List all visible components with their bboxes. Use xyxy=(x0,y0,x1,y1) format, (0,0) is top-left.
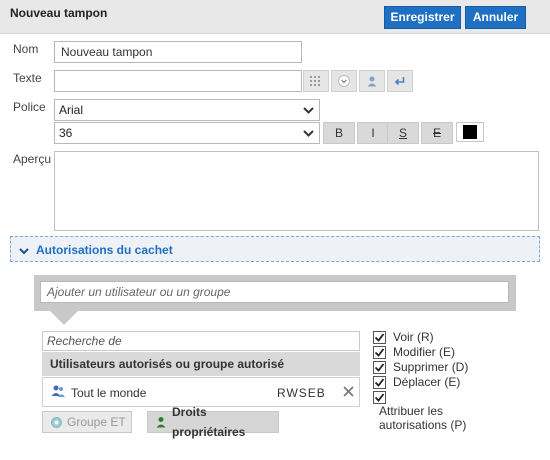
row-permissions: RWSEB xyxy=(277,386,326,400)
group-et-label: Groupe ET xyxy=(67,415,126,429)
font-label: Police xyxy=(13,100,46,114)
add-user-input[interactable]: Ajouter un utilisateur ou un groupe xyxy=(40,281,509,303)
text-input[interactable] xyxy=(54,70,302,92)
delete-checkbox-label: Supprimer (D) xyxy=(393,360,469,374)
move-checkbox[interactable] xyxy=(373,376,386,389)
color-swatch xyxy=(463,125,477,139)
delete-checkbox[interactable] xyxy=(373,361,386,374)
font-size-value: 36 xyxy=(59,126,73,140)
underline-button[interactable]: S xyxy=(387,122,419,144)
view-checkbox[interactable] xyxy=(373,331,386,344)
grid-icon[interactable] xyxy=(303,70,329,92)
group-et-icon xyxy=(51,416,62,428)
popup-pointer xyxy=(50,311,78,325)
assign-checkbox-label-line2: autorisations (P) xyxy=(379,418,467,432)
search-input[interactable]: Recherche de xyxy=(42,331,360,351)
chevron-down-icon xyxy=(297,100,319,120)
name-input[interactable]: Nouveau tampon xyxy=(54,41,302,63)
preview-area xyxy=(54,151,539,231)
color-picker[interactable] xyxy=(456,122,484,142)
close-icon[interactable] xyxy=(343,386,354,400)
cancel-button[interactable]: Annuler xyxy=(465,6,526,29)
assign-checkbox-label-line1: Attribuer les xyxy=(379,404,444,418)
chevron-down-icon xyxy=(297,123,319,143)
row-name: Tout le monde xyxy=(71,386,147,400)
owner-rights-button[interactable]: Droits propriétaires xyxy=(147,405,279,439)
bold-button[interactable]: B xyxy=(323,122,355,144)
owner-rights-label: Droits propriétaires xyxy=(172,405,246,439)
permissions-section-header[interactable]: Autorisations du cachet xyxy=(10,236,540,262)
font-select[interactable]: Arial xyxy=(54,99,320,121)
italic-button[interactable]: I xyxy=(357,122,389,144)
permissions-section-title: Autorisations du cachet xyxy=(36,243,173,257)
dialog-title: Nouveau tampon xyxy=(10,6,108,20)
text-label: Texte xyxy=(13,71,42,85)
user-icon[interactable] xyxy=(359,70,385,92)
move-checkbox-label: Déplacer (E) xyxy=(393,375,461,389)
group-et-button[interactable]: Groupe ET xyxy=(42,411,132,433)
add-user-panel: Ajouter un utilisateur ou un groupe xyxy=(34,275,516,311)
assign-checkbox[interactable] xyxy=(373,391,386,404)
modify-checkbox[interactable] xyxy=(373,346,386,359)
group-icon xyxy=(51,384,65,401)
save-button[interactable]: Enregistrer xyxy=(384,6,461,29)
view-checkbox-label: Voir (R) xyxy=(393,330,434,344)
font-value: Arial xyxy=(59,103,84,117)
dropdown-circle-icon[interactable] xyxy=(331,70,357,92)
preview-label: Aperçu xyxy=(13,152,52,166)
chevron-down-icon xyxy=(19,244,29,258)
dialog-header: Nouveau tampon Enregistrer Annuler xyxy=(0,0,550,34)
strikethrough-button[interactable]: E xyxy=(421,122,453,144)
name-label: Nom xyxy=(13,42,39,56)
users-column-header: Utilisateurs autorisés ou groupe autoris… xyxy=(42,352,360,376)
owner-icon xyxy=(155,416,167,428)
modify-checkbox-label: Modifier (E) xyxy=(393,345,456,359)
font-size-select[interactable]: 36 xyxy=(54,122,320,144)
enter-arrow-icon[interactable] xyxy=(387,70,413,92)
